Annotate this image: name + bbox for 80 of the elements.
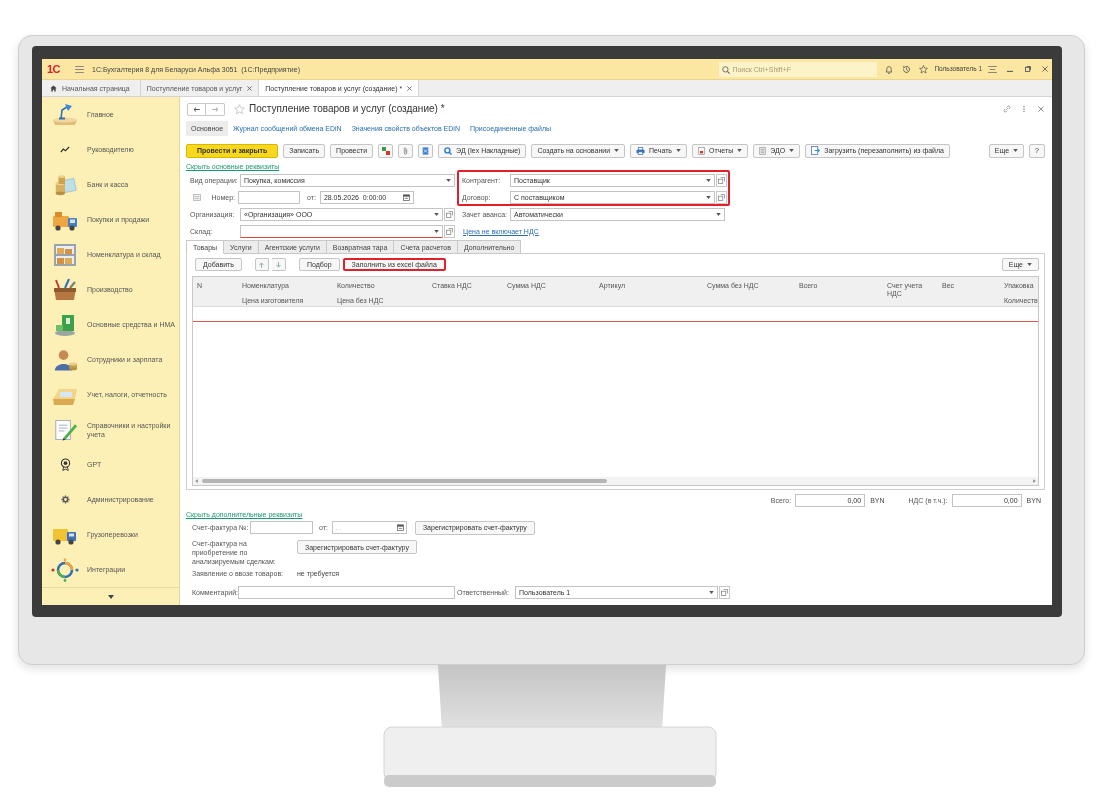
shelf-boxes-icon	[53, 242, 77, 267]
horizontal-scrollbar[interactable]	[193, 477, 1038, 485]
open-button[interactable]	[716, 190, 727, 204]
input-field[interactable]	[240, 224, 443, 238]
caret-icon	[706, 195, 711, 199]
lines-menu-icon[interactable]	[988, 65, 997, 73]
icon-button[interactable]	[418, 143, 434, 158]
caret-icon	[1013, 149, 1019, 152]
trend-line-icon	[60, 146, 70, 153]
document-lines-icon	[759, 146, 767, 155]
scroll-right-icon	[1033, 479, 1036, 483]
star-icon[interactable]	[919, 64, 929, 74]
spreadsheet-icon	[422, 146, 430, 155]
open-button[interactable]	[719, 586, 730, 599]
arrow-down-icon	[275, 261, 281, 268]
document-arrow-icon	[811, 146, 821, 155]
open-button[interactable]	[444, 224, 455, 238]
open-window-icon	[718, 193, 725, 201]
icon-button[interactable]	[378, 143, 394, 158]
ring-dots-icon	[51, 557, 79, 582]
open-window-icon	[446, 227, 453, 235]
open-window-icon	[721, 589, 728, 596]
restore-icon[interactable]	[1025, 66, 1031, 72]
caret-icon	[737, 149, 743, 152]
close-icon[interactable]	[1042, 66, 1048, 72]
caret-icon	[706, 178, 711, 182]
caret-icon	[614, 149, 620, 152]
caret-icon	[434, 212, 439, 216]
input-field[interactable]	[238, 190, 300, 204]
history-icon[interactable]	[902, 64, 912, 74]
building-icon	[53, 312, 77, 337]
caret-icon	[789, 149, 795, 152]
move-down-button[interactable]	[271, 258, 286, 271]
link-icon[interactable]	[1003, 105, 1011, 113]
open-window-icon	[718, 176, 725, 184]
arrow-right-icon	[211, 106, 219, 112]
scroll-left-icon	[195, 479, 198, 483]
list-icon[interactable]	[193, 193, 201, 201]
close-icon	[407, 85, 413, 91]
scroll-down-icon[interactable]	[107, 594, 114, 599]
form-title: Поступление товаров и услуг (создание) *	[249, 104, 445, 114]
forward-button[interactable]	[206, 102, 225, 116]
two-squares-icon	[381, 146, 390, 155]
bell-icon[interactable]	[885, 64, 894, 74]
caret-icon	[676, 149, 681, 152]
arrow-up-icon	[259, 261, 265, 268]
open-button[interactable]	[444, 207, 455, 221]
home-icon	[50, 84, 57, 92]
caret-icon	[1027, 263, 1032, 266]
settings-icon	[60, 495, 70, 504]
magnifier-icon	[444, 146, 453, 155]
caret-icon	[446, 178, 451, 182]
search-icon	[722, 65, 731, 74]
input-field[interactable]	[238, 586, 455, 599]
open-button[interactable]	[716, 173, 727, 187]
caret-icon	[434, 229, 439, 233]
back-button[interactable]	[187, 102, 206, 116]
calendar-icon	[396, 524, 404, 531]
icon-button[interactable]	[398, 143, 414, 158]
move-up-button[interactable]	[254, 258, 269, 271]
close-icon	[247, 85, 253, 91]
printer-icon	[636, 146, 646, 155]
caret-icon	[716, 212, 721, 216]
star-icon[interactable]	[234, 103, 245, 115]
app-logo: 1С	[47, 63, 62, 75]
input-field[interactable]	[250, 521, 313, 534]
scrollbar-thumb[interactable]	[202, 479, 607, 483]
document-pencil-icon	[52, 417, 78, 442]
menu-icon[interactable]	[75, 65, 84, 73]
arrow-left-icon	[193, 106, 200, 112]
toolbox-icon	[51, 277, 79, 302]
document-icon	[698, 146, 705, 155]
person-icon	[52, 347, 78, 372]
desk-lamp-icon	[51, 102, 79, 127]
caret-icon	[709, 591, 714, 594]
calendar-icon	[402, 193, 410, 201]
paperclip-icon	[403, 146, 409, 155]
rosette-icon	[59, 458, 71, 471]
close-icon[interactable]	[1038, 106, 1044, 112]
open-window-icon	[446, 210, 453, 218]
